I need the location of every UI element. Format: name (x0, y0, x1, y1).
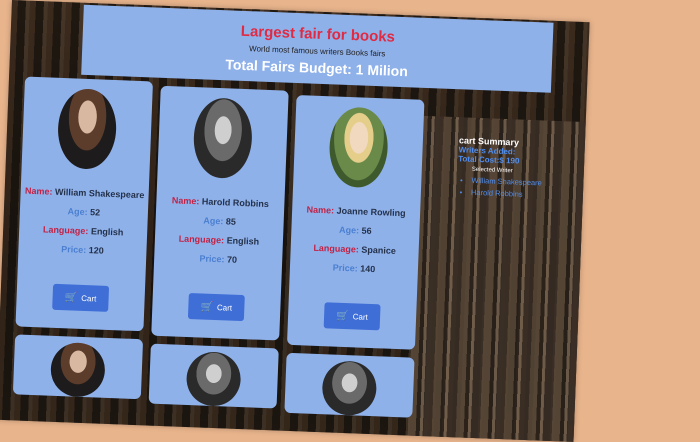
selected-writers-list: William Shakespeare Harold Robbins (457, 175, 578, 201)
add-to-cart-button[interactable]: 🛒 Cart (323, 302, 381, 331)
language-label: Language: (313, 242, 360, 255)
cart-button-label: Cart (216, 302, 233, 313)
writer-language: English (226, 235, 260, 247)
cart-summary: cart Summary Writers Added: Total Cost:$… (457, 135, 579, 204)
writer-avatar (321, 360, 378, 417)
writer-avatar (328, 106, 390, 189)
age-label: Age: (67, 206, 88, 218)
price-label: Price: (61, 244, 87, 256)
name-label: Name: (306, 204, 335, 216)
writer-avatar (192, 97, 254, 180)
writer-card: Name: Joanne Rowling Age: 56 Language: S… (286, 94, 425, 350)
price-label: Price: (199, 253, 225, 265)
selected-writer-item: Harold Robbins (471, 188, 577, 201)
writer-price: 140 (360, 263, 376, 275)
writer-avatar (185, 351, 242, 408)
writer-card (284, 352, 415, 418)
writer-age: 52 (89, 207, 101, 218)
name-label: Name: (171, 195, 200, 207)
writer-card: Name: William Shakespeare Age: 52 Langua… (15, 76, 153, 332)
writer-price: 70 (226, 254, 238, 265)
writer-card: Name: Harold Robbins Age: 85 Language: E… (151, 85, 289, 341)
price-label: Price: (332, 262, 358, 274)
page-header: Largest fair for books World most famous… (81, 4, 554, 93)
selected-writer-item: William Shakespeare (471, 176, 577, 189)
cart-icon: 🛒 (64, 291, 78, 304)
writer-name: Harold Robbins (201, 196, 270, 210)
cart-icon: 🛒 (336, 310, 349, 322)
language-label: Language: (178, 233, 225, 246)
writer-age: 85 (225, 216, 237, 227)
cart-button-label: Cart (81, 293, 97, 303)
writer-name: William Shakespeare (54, 186, 145, 201)
age-label: Age: (338, 224, 360, 236)
writer-language: English (90, 226, 124, 238)
writer-age: 56 (361, 225, 372, 236)
selected-writer-label: Selected Writer (471, 166, 513, 175)
cart-button-label: Cart (352, 311, 369, 322)
app-screen: Largest fair for books World most famous… (0, 0, 590, 442)
writer-avatar (56, 87, 118, 171)
language-label: Language: (42, 224, 89, 237)
writer-language: Spanice (361, 244, 397, 256)
add-to-cart-button[interactable]: 🛒 Cart (52, 283, 110, 312)
writer-avatar (49, 341, 106, 398)
writer-card (12, 334, 144, 400)
add-to-cart-button[interactable]: 🛒 Cart (187, 293, 245, 322)
writer-card (148, 343, 279, 409)
writer-price: 120 (88, 245, 104, 256)
writer-name: Joanne Rowling (336, 205, 406, 219)
cart-icon: 🛒 (200, 300, 214, 313)
name-label: Name: (24, 185, 53, 197)
age-label: Age: (203, 215, 224, 227)
